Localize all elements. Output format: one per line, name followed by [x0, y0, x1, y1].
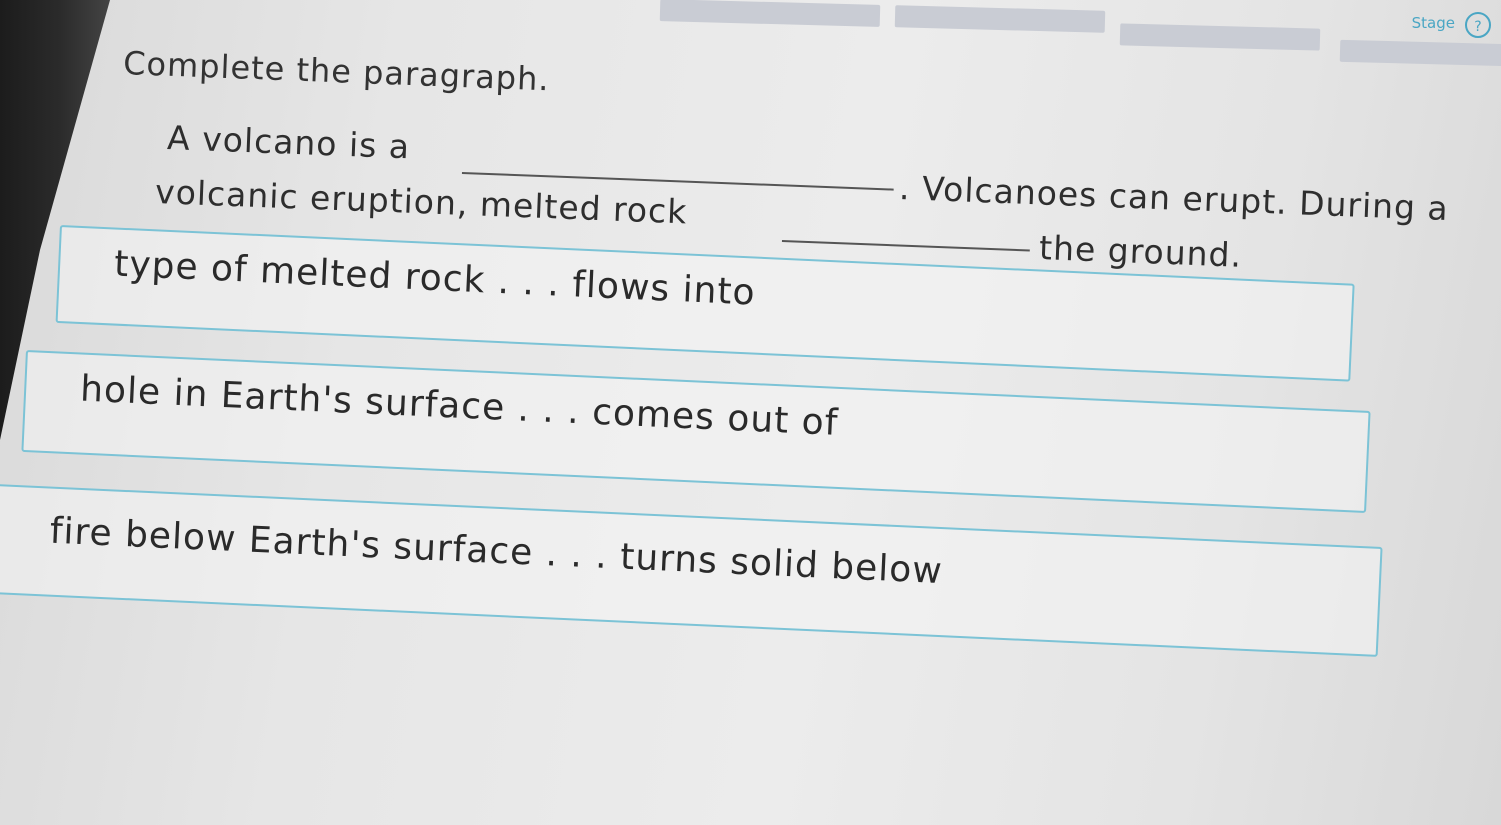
option-text: fire below Earth's surface . . . turns s…	[48, 510, 944, 593]
option-card-2[interactable]: hole in Earth's surface . . . comes out …	[21, 350, 1371, 513]
paragraph-line2-start: volcanic eruption, melted rock	[154, 172, 689, 232]
progress-bar	[640, 0, 1501, 70]
page-title: Complete the paragraph.	[122, 44, 551, 99]
stage-label: Stage	[1411, 14, 1455, 32]
paragraph-line1-end: . Volcanoes can erupt. During a	[898, 168, 1450, 229]
progress-segment	[1339, 39, 1501, 67]
screen: Stage ? Complete the paragraph. A volcan…	[0, 0, 1501, 825]
option-text: type of melted rock . . . flows into	[113, 243, 757, 314]
option-card-3[interactable]: fire below Earth's surface . . . turns s…	[0, 484, 1383, 657]
info-icon[interactable]: ?	[1465, 12, 1491, 38]
progress-segment	[1119, 23, 1321, 51]
paragraph-line2-end: the ground.	[1038, 228, 1243, 275]
blank-2[interactable]	[781, 240, 1030, 252]
option-text: hole in Earth's surface . . . comes out …	[79, 368, 840, 444]
paragraph-line1-start: A volcano is a	[166, 118, 411, 167]
progress-segment	[659, 0, 881, 27]
progress-segment	[894, 5, 1106, 33]
